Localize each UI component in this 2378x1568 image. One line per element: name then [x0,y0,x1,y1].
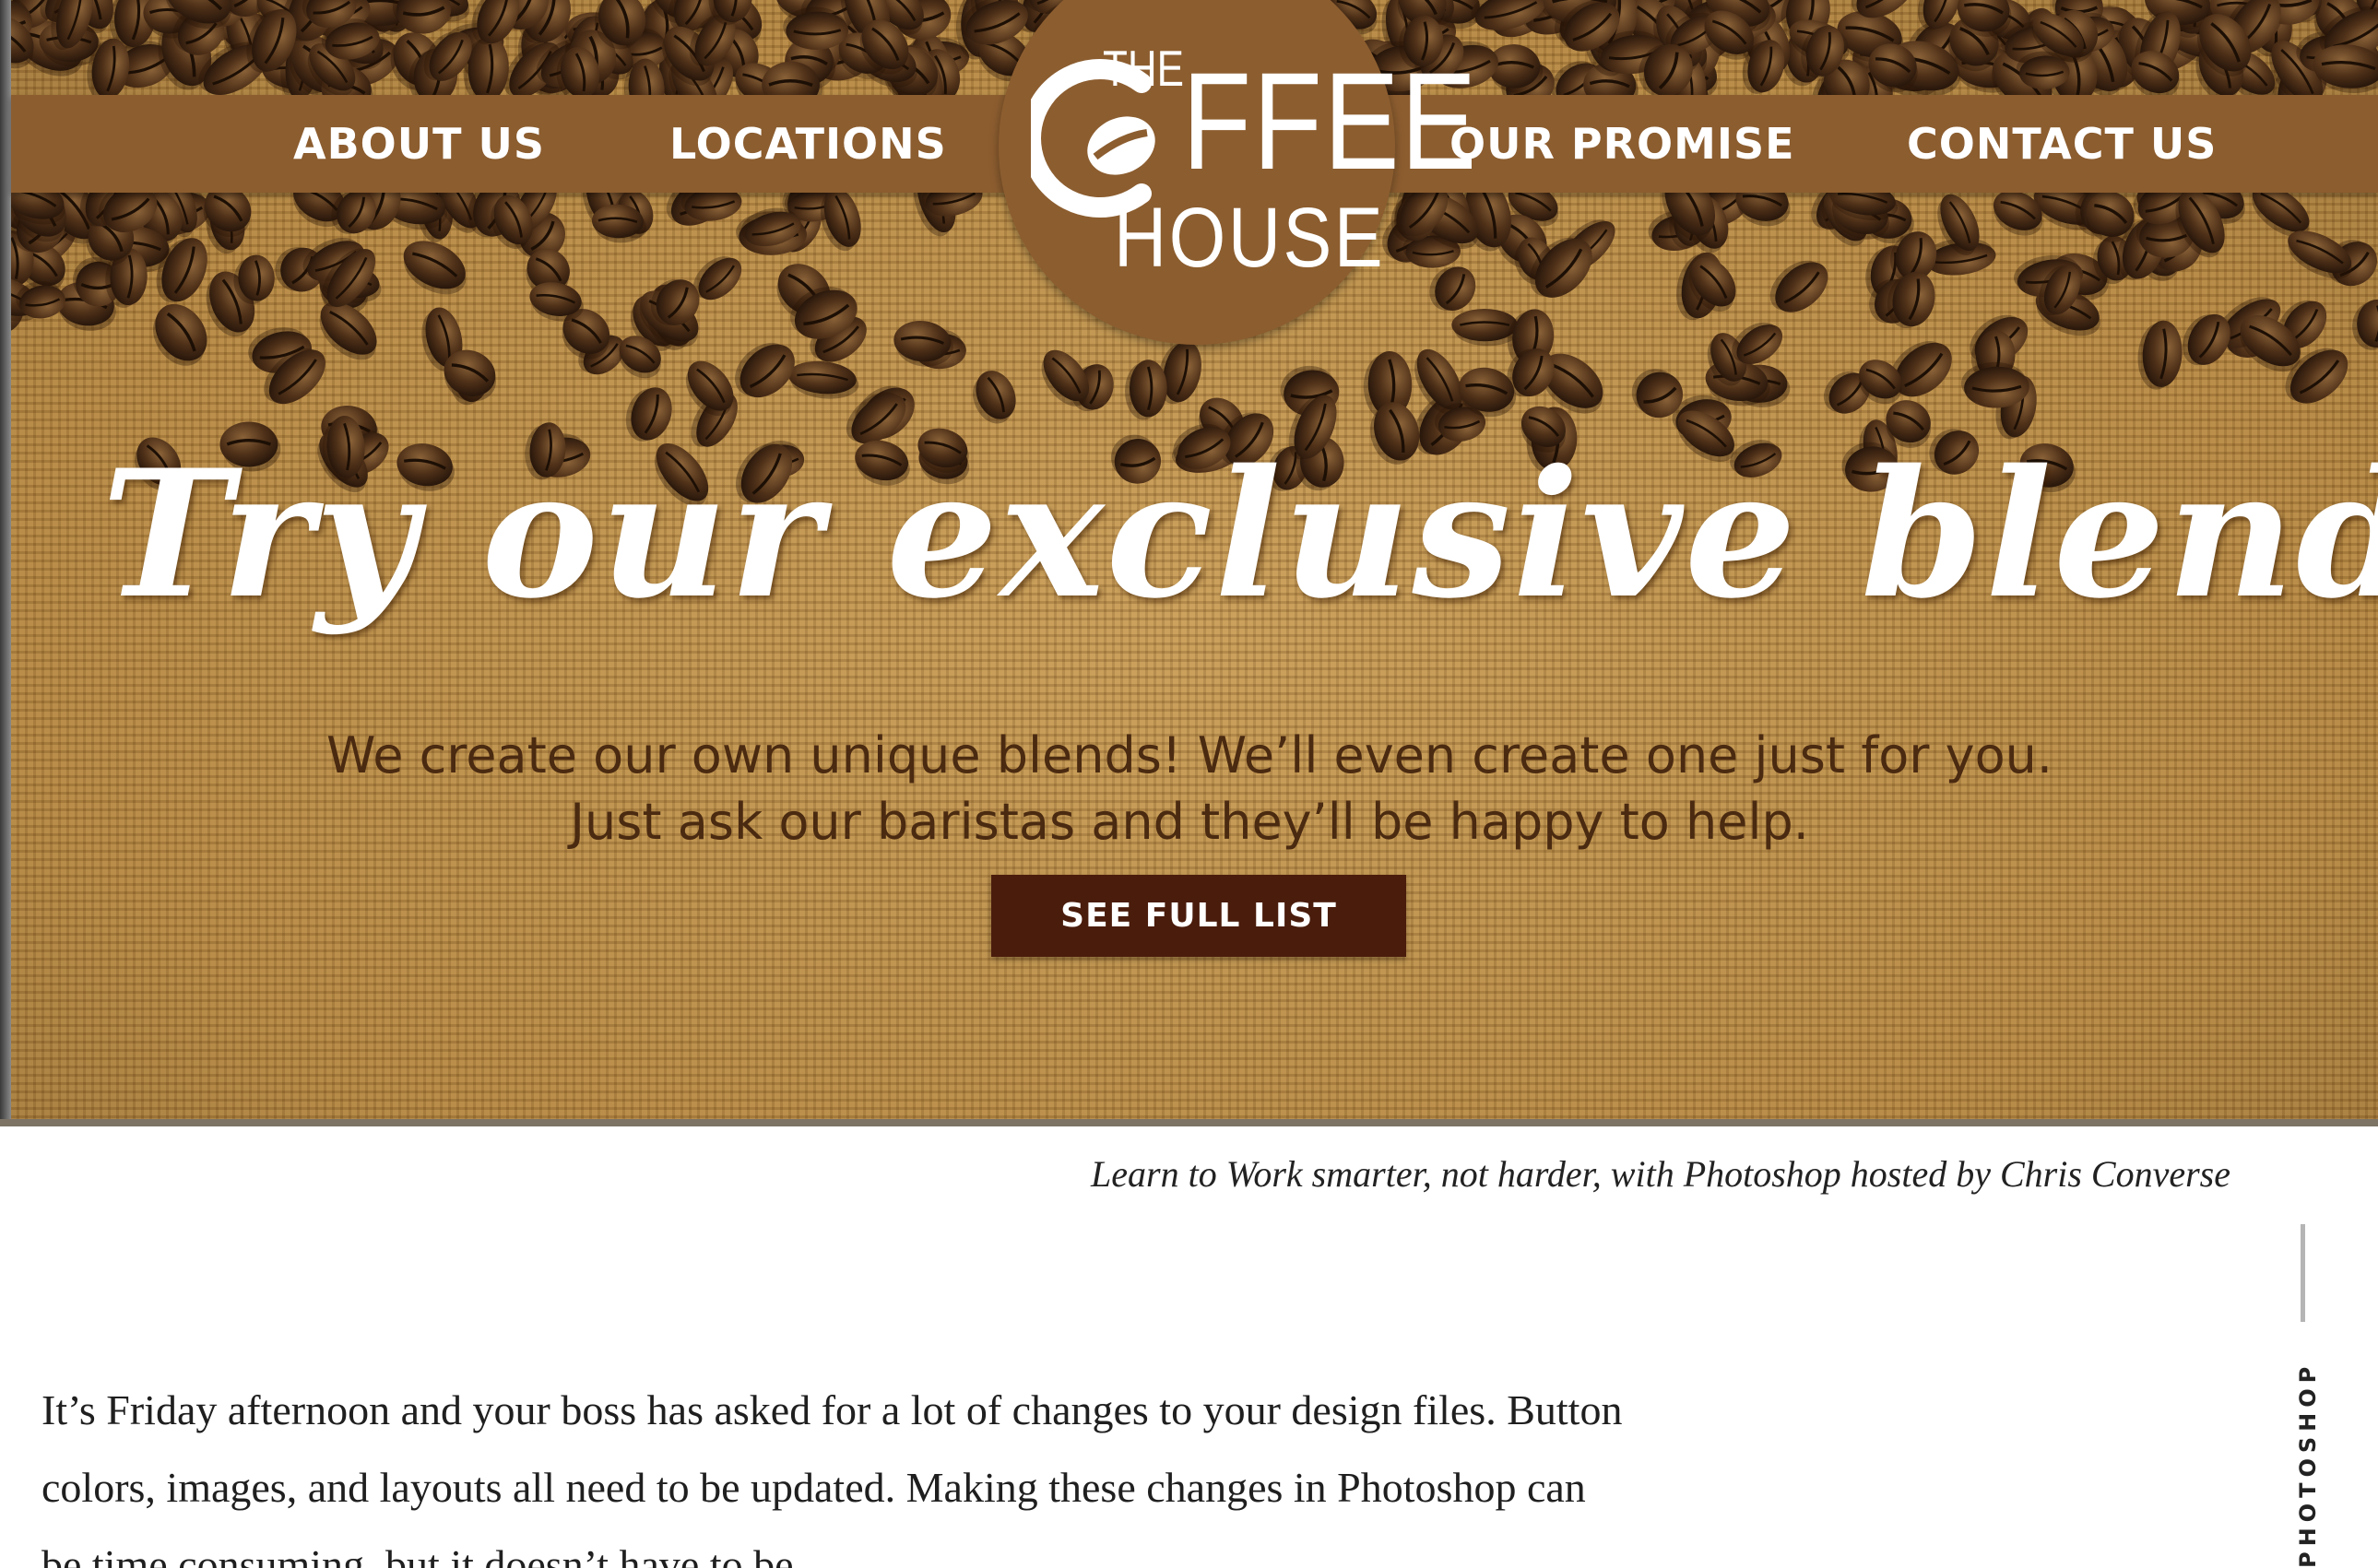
logo-text-the: THE [1103,41,1184,98]
article-body-line: It’s Friday afternoon and your boss has … [41,1386,1623,1433]
hero-headline: Try our exclusive blends [101,431,2378,637]
coffee-bean [2137,320,2183,390]
hero-banner-image: ABOUT US LOCATIONS OUR PROMISE CONTACT U… [0,0,2378,1126]
article-body: It’s Friday afternoon and your boss has … [41,1372,1793,1568]
image-caption: Learn to Work smarter, not harder, with … [1091,1153,2230,1195]
nav-about-us[interactable]: ABOUT US [293,114,545,173]
category-tag-label: PHOTOSHOP [2295,1361,2321,1568]
article-body-line: be time consuming, but it doesn’t have t… [41,1541,805,1568]
hero-subtext-line1: We create our own unique blends! We’ll e… [325,726,2053,784]
logo-text-house: HOUSE [1114,191,1386,285]
see-full-list-button[interactable]: SEE FULL LIST [991,875,1406,957]
image-bottom-border [0,1119,2378,1126]
coffee-bean [1124,360,1167,420]
coffee-bean [788,360,859,399]
nav-our-promise[interactable]: OUR PROMISE [1449,114,1795,173]
category-tag-photoshop[interactable]: PHOTOSHOP [2289,1361,2326,1568]
article-body-line: colors, images, and layouts all need to … [41,1464,1586,1511]
nav-locations[interactable]: LOCATIONS [669,114,947,173]
window-left-edge [0,0,11,1126]
coffee-bean [973,371,1016,424]
coffee-bean [735,342,795,398]
nav-contact-us[interactable]: CONTACT US [1907,114,2217,173]
sidebar-divider-line [2301,1224,2305,1322]
logo-text-ffee: FFEE [1182,43,1478,198]
coffee-bean [1769,260,1828,312]
hero-subtext-line2: Just ask our baristas and they’ll be hap… [570,793,1809,851]
coffee-bean [2352,299,2378,350]
